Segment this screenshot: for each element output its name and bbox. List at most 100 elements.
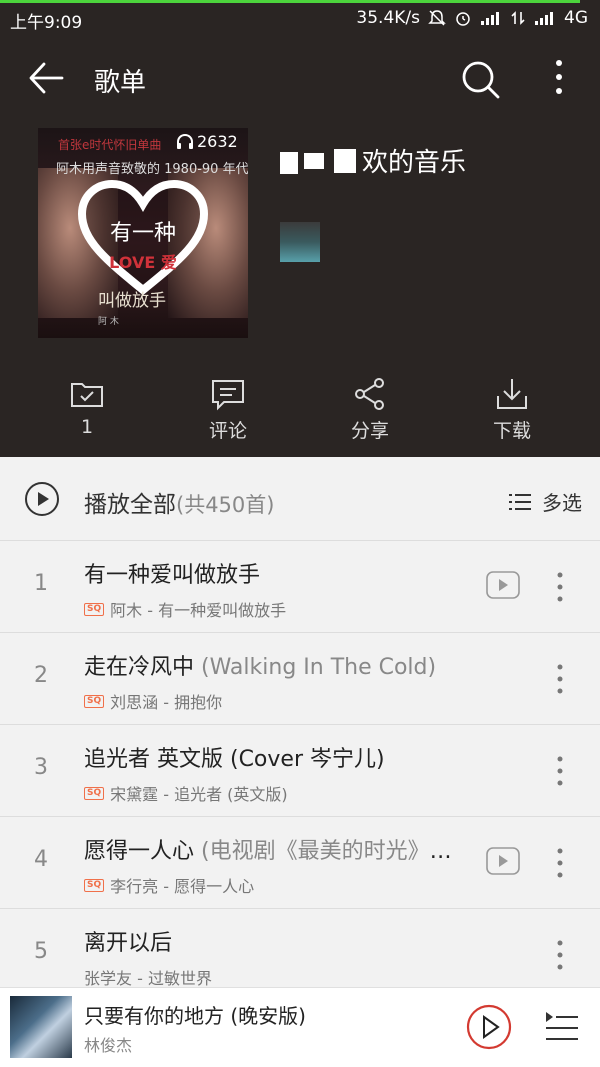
collect-count: 1 bbox=[80, 416, 94, 438]
play-count: 2632 bbox=[176, 132, 238, 151]
mv-icon[interactable] bbox=[486, 847, 520, 875]
network-speed: 35.4K/s bbox=[356, 8, 420, 28]
cover-tagline: 首张e时代怀旧单曲 bbox=[58, 138, 162, 152]
song-subtitle: SQ 刘思涵 - 拥抱你 bbox=[84, 689, 222, 713]
song-number: 3 bbox=[34, 755, 48, 780]
download-button[interactable]: 下载 bbox=[452, 370, 572, 450]
creator-avatar[interactable] bbox=[280, 222, 320, 262]
status-bar: 上午9:09 35.4K/s 4G bbox=[0, 3, 600, 33]
sq-badge-icon: SQ bbox=[84, 602, 105, 616]
song-subtitle: SQ 阿木 - 有一种爱叫做放手 bbox=[84, 597, 286, 621]
sq-badge-icon: SQ bbox=[84, 878, 105, 892]
headphones-icon bbox=[177, 133, 193, 149]
song-list-section: 播放全部(共450首) 多选 1 有一种爱叫做放手 SQ 阿木 - 有一种爱叫做放… bbox=[0, 457, 600, 989]
song-artist-album: 刘思涵 - 拥抱你 bbox=[110, 693, 223, 712]
comment-label: 评论 bbox=[208, 420, 247, 442]
song-artist-album: 李行亮 - 愿得一人心 bbox=[110, 877, 255, 896]
love-text: LOVE 爱 bbox=[109, 253, 177, 272]
status-time: 上午9:09 bbox=[10, 13, 83, 33]
song-more-icon[interactable] bbox=[550, 659, 570, 699]
signal-icon bbox=[480, 10, 502, 26]
song-more-icon[interactable] bbox=[550, 843, 570, 883]
download-icon bbox=[497, 379, 527, 409]
back-arrow-icon[interactable] bbox=[26, 58, 66, 98]
now-playing-album-art[interactable] bbox=[10, 996, 72, 1058]
search-icon[interactable] bbox=[458, 57, 502, 101]
song-title-text: 离开以后 bbox=[84, 931, 173, 956]
play-circle-icon bbox=[25, 482, 59, 516]
redacted-block bbox=[334, 148, 356, 173]
alarm-icon bbox=[454, 9, 472, 27]
play-all-text: 播放全部 bbox=[84, 492, 176, 518]
song-title-extra: (电视剧《最美的时光》插曲) bbox=[201, 839, 464, 864]
song-title: 离开以后 bbox=[84, 925, 464, 957]
download-label: 下载 bbox=[492, 420, 531, 442]
song-row[interactable]: 3 追光者 英文版 (Cover 岑宁儿) SQ 宋黛霆 - 追光者 (英文版) bbox=[0, 725, 600, 817]
play-all-label: 播放全部(共450首) bbox=[84, 485, 274, 519]
network-type: 4G bbox=[564, 8, 588, 28]
song-artist-album: 宋黛霆 - 追光者 (英文版) bbox=[110, 785, 288, 804]
song-row[interactable]: 2 走在冷风中 (Walking In The Cold) SQ 刘思涵 - 拥抱… bbox=[0, 633, 600, 725]
app-bar: 歌单 bbox=[0, 44, 600, 110]
song-row[interactable]: 1 有一种爱叫做放手 SQ 阿木 - 有一种爱叫做放手 bbox=[0, 541, 600, 633]
signal-icon-2 bbox=[534, 10, 556, 26]
now-playing-artist: 林俊杰 bbox=[84, 1036, 133, 1055]
heart-text: 有一种 bbox=[110, 221, 176, 246]
share-label: 分享 bbox=[350, 420, 389, 442]
folder-check-icon bbox=[71, 383, 103, 407]
song-title-text: 走在冷风中 bbox=[84, 655, 201, 680]
comment-button[interactable]: 评论 bbox=[168, 370, 288, 450]
play-all-bar[interactable]: 播放全部(共450首) 多选 bbox=[0, 457, 600, 541]
song-number: 5 bbox=[34, 939, 48, 964]
mv-icon[interactable] bbox=[486, 571, 520, 599]
playlist-header-section: 上午9:09 35.4K/s 4G 歌单 首张e时代怀旧单曲 阿木用声音致敬的 … bbox=[0, 0, 600, 457]
cover-subtitle: 阿木用声音致敬的 1980-90 年代 bbox=[56, 162, 248, 177]
playlist-queue-icon[interactable] bbox=[544, 1010, 580, 1044]
playlist-name[interactable]: 欢的音乐 bbox=[280, 142, 466, 179]
song-more-icon[interactable] bbox=[550, 935, 570, 975]
song-subtitle: SQ 李行亮 - 愿得一人心 bbox=[84, 873, 254, 897]
song-count: (共450首) bbox=[176, 493, 275, 517]
song-subtitle: 张学友 - 过敏世界 bbox=[84, 965, 212, 989]
song-number: 2 bbox=[34, 663, 48, 688]
playlist-name-text: 欢的音乐 bbox=[362, 148, 467, 178]
list-icon bbox=[509, 493, 531, 510]
cover-song-name: 叫做放手 bbox=[98, 291, 166, 311]
redacted-block bbox=[280, 151, 298, 174]
redacted-block bbox=[304, 152, 324, 169]
collect-button[interactable]: 1 bbox=[27, 370, 147, 450]
song-number: 4 bbox=[34, 847, 48, 872]
cover-artist-mark: 阿 木 bbox=[98, 317, 119, 327]
song-artist-album: 张学友 - 过敏世界 bbox=[84, 969, 212, 988]
song-title-text: 追光者 英文版 (Cover 岑宁儿) bbox=[84, 747, 385, 772]
song-more-icon[interactable] bbox=[550, 567, 570, 607]
heart-icon: 有一种 LOVE 爱 bbox=[77, 179, 209, 296]
multi-select-button[interactable]: 多选 bbox=[508, 487, 582, 516]
now-playing-title: 只要有你的地方 (晚安版) bbox=[84, 1004, 306, 1028]
song-more-icon[interactable] bbox=[550, 751, 570, 791]
play-count-value: 2632 bbox=[197, 132, 238, 151]
song-number: 1 bbox=[34, 571, 48, 596]
sq-badge-icon: SQ bbox=[84, 786, 105, 800]
page-title: 歌单 bbox=[94, 68, 147, 98]
song-artist-album: 阿木 - 有一种爱叫做放手 bbox=[110, 601, 287, 620]
more-vertical-icon[interactable] bbox=[544, 57, 574, 101]
data-transfer-icon bbox=[510, 10, 526, 26]
share-button[interactable]: 分享 bbox=[310, 370, 430, 450]
song-title-text: 有一种爱叫做放手 bbox=[84, 563, 261, 588]
song-subtitle: SQ 宋黛霆 - 追光者 (英文版) bbox=[84, 781, 288, 805]
song-title: 追光者 英文版 (Cover 岑宁儿) bbox=[84, 741, 464, 773]
song-title: 走在冷风中 (Walking In The Cold) bbox=[84, 649, 464, 681]
mini-player[interactable]: 只要有你的地方 (晚安版) 林俊杰 bbox=[0, 987, 600, 1067]
play-pause-icon[interactable] bbox=[466, 1004, 512, 1050]
song-title: 愿得一人心 (电视剧《最美的时光》插曲) bbox=[84, 833, 464, 865]
song-row[interactable]: 4 愿得一人心 (电视剧《最美的时光》插曲) SQ 李行亮 - 愿得一人心 bbox=[0, 817, 600, 909]
comment-icon bbox=[212, 380, 244, 411]
multi-select-label: 多选 bbox=[542, 491, 582, 515]
share-icon bbox=[355, 378, 384, 410]
playlist-cover[interactable]: 首张e时代怀旧单曲 阿木用声音致敬的 1980-90 年代 有一种 LOVE 爱… bbox=[38, 128, 248, 338]
song-title: 有一种爱叫做放手 bbox=[84, 557, 464, 589]
song-title-extra: (Walking In The Cold) bbox=[201, 655, 437, 680]
song-title-text: 愿得一人心 bbox=[84, 839, 201, 864]
mute-bell-icon bbox=[428, 9, 446, 27]
